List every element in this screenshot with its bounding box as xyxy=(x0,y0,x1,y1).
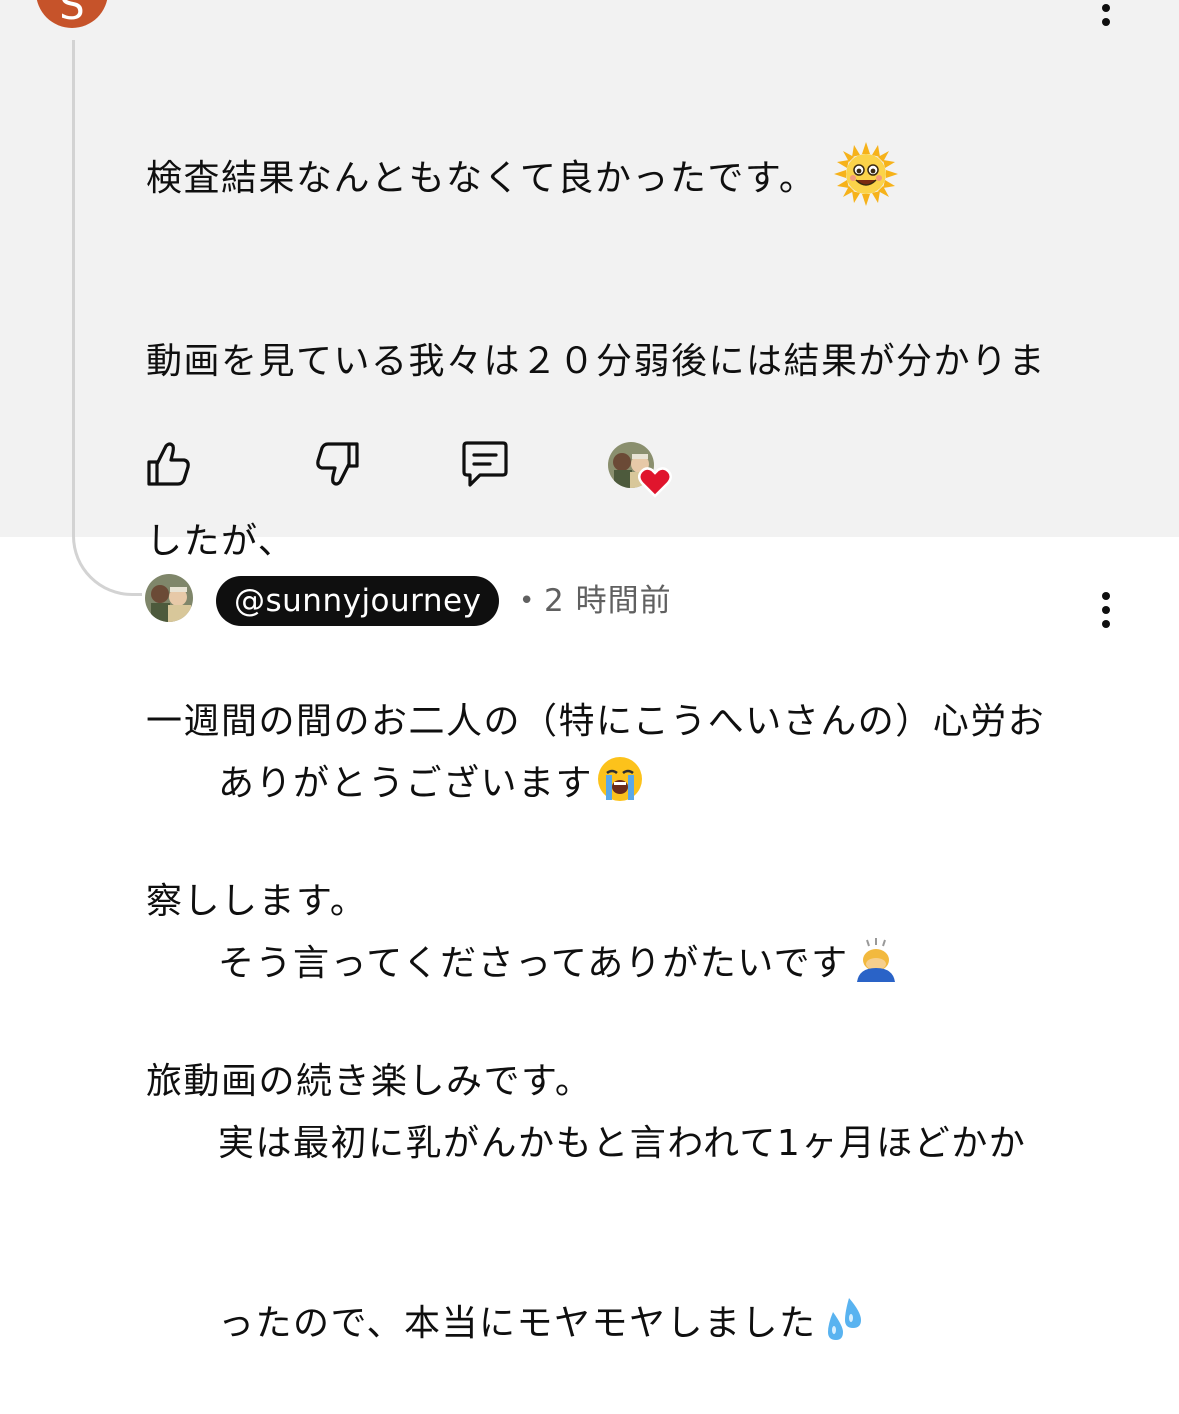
reply-thread-connector xyxy=(72,40,142,596)
reply-author-avatar[interactable] xyxy=(145,574,193,622)
meta-separator: • xyxy=(519,586,535,616)
comment-line: 検査結果なんともなくて良かったです。 xyxy=(146,142,1106,212)
reply-timestamp: 2 時間前 xyxy=(544,583,672,619)
creator-heart-badge[interactable] xyxy=(608,442,672,498)
comment-line: そう言ってくださってありがたいです xyxy=(218,934,1098,994)
reply-author-handle[interactable]: @sunnyjourney xyxy=(216,576,500,626)
thumbs-up-icon[interactable] xyxy=(146,440,192,488)
heart-icon xyxy=(638,467,672,498)
sweat-droplets-emoji-icon xyxy=(827,1298,861,1340)
comment-line: ったので、本当にモヤモヤしました xyxy=(218,1294,1098,1354)
reply-comment-icon[interactable] xyxy=(460,440,510,488)
reply-more-options-icon[interactable] xyxy=(1101,592,1111,628)
reply-comment-text: ありがとうございます そう言ってくださってありがたいです 実は最初に乳がんかもと… xyxy=(218,634,1098,1414)
parent-more-options-icon[interactable] xyxy=(1101,0,1111,26)
comment-line: 実は最初に乳がんかもと言われて1ヶ月ほどかか xyxy=(218,1123,1027,1164)
person-bowing-emoji-icon xyxy=(856,938,895,982)
thumbs-down-icon[interactable] xyxy=(314,440,360,488)
comment-line: したが、 xyxy=(146,521,296,562)
comment-line: 動画を見ている我々は２０分弱後には結果が分かりま xyxy=(146,341,1047,382)
sun-emoji-icon xyxy=(834,142,899,206)
avatar-letter: S xyxy=(59,0,85,28)
comment-line: ありがとうございます xyxy=(218,754,1098,814)
loudly-crying-emoji-icon xyxy=(598,757,643,801)
